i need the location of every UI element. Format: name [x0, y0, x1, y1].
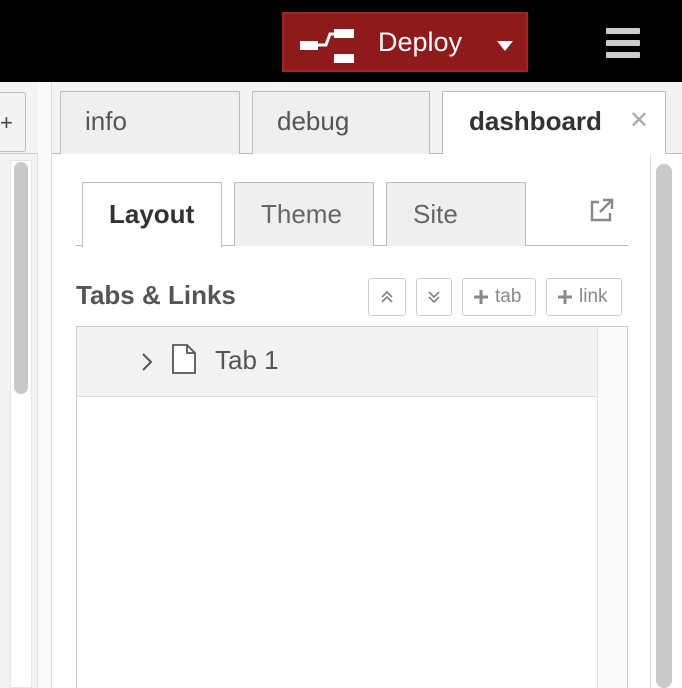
dashboard-panel: Layout Theme Site Tabs & Links tab link …	[52, 154, 682, 688]
section-title: Tabs & Links	[76, 280, 236, 310]
tab-theme[interactable]: Theme	[234, 182, 374, 246]
palette-panel: +	[0, 82, 38, 688]
tabs-links-tree: Tab 1	[76, 326, 628, 688]
plus-icon[interactable]: +	[0, 112, 13, 134]
sidebar-tabbar: info debug dashboard ✕	[52, 82, 682, 155]
deploy-label: Deploy	[378, 27, 463, 57]
tab-layout[interactable]: Layout	[82, 182, 222, 247]
tree-item[interactable]: Tab 1	[77, 327, 597, 397]
expand-all-button[interactable]	[368, 278, 406, 316]
double-chevron-up-icon	[381, 290, 393, 303]
tree-scrollbar[interactable]	[597, 327, 627, 688]
plus-icon	[558, 290, 572, 304]
tab-site[interactable]: Site	[386, 182, 526, 246]
open-external-icon[interactable]	[586, 196, 616, 226]
chevron-right-icon[interactable]	[137, 347, 157, 377]
deploy-flow-icon	[300, 29, 354, 63]
add-link-label: link	[579, 286, 608, 307]
add-tab-button[interactable]: tab	[462, 278, 536, 316]
add-link-button[interactable]: link	[546, 278, 622, 316]
tab-theme-label: Theme	[261, 199, 342, 229]
tab-site-label: Site	[413, 199, 458, 229]
plus-icon	[474, 290, 488, 304]
node-red-editor: Deploy + info debug dashboard ✕ Layout T…	[0, 0, 682, 688]
double-chevron-down-icon	[428, 291, 440, 304]
chevron-down-icon[interactable]	[496, 40, 514, 52]
hamburger-menu-icon[interactable]	[598, 22, 646, 62]
palette-scrollbar-thumb[interactable]	[14, 162, 28, 394]
tab-info-label: info	[85, 106, 127, 136]
tab-info[interactable]: info	[60, 91, 240, 155]
tab-dashboard-label: dashboard	[469, 106, 602, 136]
dashboard-tabs: Layout Theme Site	[76, 182, 628, 247]
palette-toolbar: +	[0, 82, 38, 154]
tab-dashboard[interactable]: dashboard ✕	[442, 91, 666, 155]
sidebar: info debug dashboard ✕ Layout Theme Site	[52, 82, 682, 688]
collapse-all-button[interactable]	[416, 278, 452, 316]
tab-layout-label: Layout	[109, 199, 195, 229]
sidebar-separator[interactable]	[38, 82, 52, 688]
deploy-button[interactable]: Deploy	[282, 12, 528, 72]
tab-debug[interactable]: debug	[252, 91, 430, 155]
close-icon[interactable]: ✕	[629, 106, 649, 135]
tree-item-label: Tab 1	[215, 345, 279, 375]
document-icon	[172, 344, 196, 374]
header-bar: Deploy	[0, 0, 682, 82]
sidebar-scrollbar-thumb[interactable]	[656, 164, 672, 688]
add-tab-label: tab	[495, 286, 522, 307]
tab-debug-label: debug	[277, 106, 350, 136]
